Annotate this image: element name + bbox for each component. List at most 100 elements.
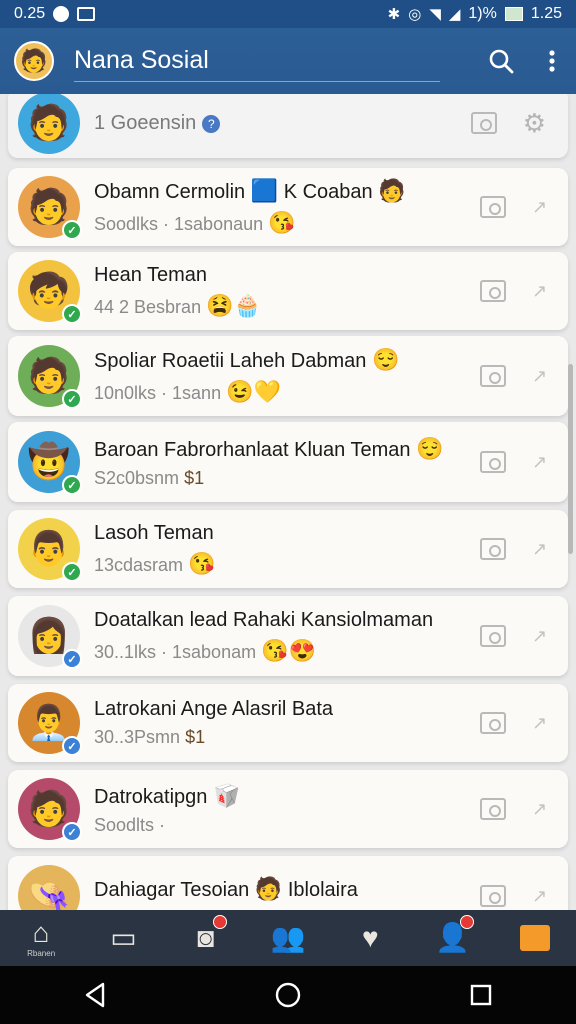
notification-dot bbox=[212, 915, 227, 929]
row-icons: ↗ bbox=[480, 538, 547, 560]
more-vert-icon[interactable] bbox=[548, 49, 556, 73]
battery-level-text: 1.25 bbox=[530, 5, 562, 22]
share-icon[interactable]: ↗ bbox=[532, 626, 547, 647]
wifi-icon: ◥ bbox=[429, 6, 441, 23]
chat-name-text: Doatalkan lead Rahaki Kansiolmaman bbox=[94, 608, 434, 631]
emoji: 🧑 bbox=[254, 876, 283, 901]
row-icons: ↗ bbox=[480, 196, 547, 218]
share-icon[interactable]: ↗ bbox=[532, 452, 547, 473]
chat-name: Latrokani Ange Alasril Bata bbox=[94, 698, 480, 721]
online-badge: ✓ bbox=[62, 304, 82, 324]
avatar-wrap: 👒 bbox=[18, 865, 80, 910]
online-badge: ✓ bbox=[62, 475, 82, 495]
bottom-nav: ⌂ Rbanen ▭ ◙ 👥 ♥ 👤 bbox=[0, 910, 576, 966]
gear-icon[interactable]: ⚙ bbox=[523, 108, 546, 139]
camera-icon[interactable] bbox=[480, 798, 506, 820]
avatar: 🧑 bbox=[18, 94, 80, 154]
avatar-wrap: 🧑 ✓ bbox=[18, 176, 82, 240]
status-bar: 0.25 ✱ ◎ ◥ ◢ 1)% 1.25 bbox=[0, 0, 576, 28]
top-card-avatar-wrap: 🧑 bbox=[18, 94, 80, 154]
emoji: 🟦 bbox=[250, 178, 279, 203]
back-icon[interactable] bbox=[83, 982, 107, 1008]
chat-bubble-icon: ▭ bbox=[110, 922, 137, 953]
app-actions bbox=[488, 48, 556, 74]
top-card[interactable]: 🧑 1 Goeensin? ⚙ bbox=[8, 94, 568, 158]
camera-icon[interactable] bbox=[480, 625, 506, 647]
chat-name-extra: K Coaban bbox=[283, 181, 373, 203]
row-icons: ↗ bbox=[480, 365, 547, 387]
nav-favorites[interactable]: ♥ bbox=[343, 913, 397, 963]
signal-icon: ◢ bbox=[448, 6, 461, 23]
share-icon[interactable]: ↗ bbox=[532, 539, 547, 560]
camera-icon[interactable] bbox=[480, 885, 506, 907]
share-icon[interactable]: ↗ bbox=[532, 713, 547, 734]
share-icon[interactable]: ↗ bbox=[532, 366, 547, 387]
chat-name: Lasoh Teman bbox=[94, 522, 480, 545]
share-icon[interactable]: ↗ bbox=[532, 197, 547, 218]
chat-row[interactable]: 🧒 ✓ Hean Teman 44 2 Besbran 😫🧁 ↗ bbox=[8, 252, 568, 330]
camera-icon[interactable] bbox=[480, 280, 506, 302]
row-icons: ↗ bbox=[480, 712, 547, 734]
nav-home[interactable]: ⌂ Rbanen bbox=[14, 913, 68, 963]
camera-icon[interactable] bbox=[470, 112, 497, 134]
emoji: 😉💛 bbox=[226, 379, 281, 404]
row-icons: ↗ bbox=[480, 798, 547, 820]
camera-icon[interactable] bbox=[480, 365, 506, 387]
chat-row[interactable]: 🤠 ✓ Baroan Fabrorhanlaat Kluan Teman 😌 S… bbox=[8, 422, 568, 502]
chat-subtitle: 30..1lks · 1sabonam 😘😍 bbox=[94, 638, 480, 664]
chat-row[interactable]: 🧑 ✓ Spoliar Roaetii Laheh Dabman 😌 10n0l… bbox=[8, 336, 568, 416]
battery-icon bbox=[504, 7, 523, 21]
online-badge: ✓ bbox=[62, 220, 82, 240]
chat-name-text: Hean Teman bbox=[94, 263, 208, 286]
chat-row[interactable]: 🧑 ✓ Datrokatipgn 🥡 Soodlts · ↗ bbox=[8, 770, 568, 848]
chat-row[interactable]: 👩 ✓ Doatalkan lead Rahaki Kansiolmaman 3… bbox=[8, 596, 568, 676]
nav-profile[interactable]: 👤 bbox=[426, 913, 480, 963]
avatar: 👒 bbox=[18, 865, 80, 910]
camera-icon[interactable] bbox=[480, 712, 506, 734]
share-icon[interactable]: ↗ bbox=[532, 886, 547, 907]
nav-groups[interactable]: 👥 bbox=[261, 913, 315, 963]
battery-percent: 1)% bbox=[468, 5, 497, 22]
info-icon[interactable]: ? bbox=[202, 115, 221, 134]
status-time: 0.25 bbox=[14, 5, 46, 22]
chat-list[interactable]: 🧑 1 Goeensin? ⚙ 🧑 ✓ Obamn Cermolin 🟦 K C… bbox=[0, 94, 576, 910]
verified-badge: ✓ bbox=[62, 822, 82, 842]
emoji: 😌 bbox=[416, 435, 444, 461]
nav-chats[interactable]: ▭ bbox=[96, 913, 150, 963]
chat-row[interactable]: 🧑 ✓ Obamn Cermolin 🟦 K Coaban 🧑 Soodlks … bbox=[8, 168, 568, 246]
camera-icon: ◙ bbox=[197, 922, 215, 953]
search-icon[interactable] bbox=[488, 48, 514, 74]
chat-row[interactable]: 👒 Dahiagar Tesoian 🧑 Iblolaira ↗ bbox=[8, 856, 568, 910]
emoji: 😘 bbox=[188, 550, 216, 576]
scrollbar[interactable] bbox=[568, 364, 573, 554]
chat-row[interactable]: 👨‍💼 ✓ Latrokani Ange Alasril Bata 30..3P… bbox=[8, 684, 568, 762]
chat-texts: Latrokani Ange Alasril Bata 30..3Psmn $1 bbox=[94, 698, 480, 748]
profile-avatar[interactable]: 🧑 bbox=[14, 41, 54, 81]
chat-name-text: Baroan Fabrorhanlaat Kluan Teman bbox=[94, 438, 411, 461]
chat-texts: Obamn Cermolin 🟦 K Coaban 🧑 Soodlks · 1s… bbox=[94, 178, 480, 236]
heart-icon: ♥ bbox=[361, 922, 379, 953]
camera-icon[interactable] bbox=[480, 451, 506, 473]
chat-name-text: Obamn Cermolin bbox=[94, 181, 246, 203]
emoji: 😫🧁 bbox=[206, 292, 261, 318]
nav-inbox[interactable] bbox=[508, 913, 562, 963]
chat-name: Spoliar Roaetii Laheh Dabman 😌 bbox=[94, 347, 480, 373]
chat-row[interactable]: 👨 ✓ Lasoh Teman 13cdasram 😘 ↗ bbox=[8, 510, 568, 588]
camera-icon[interactable] bbox=[480, 196, 506, 218]
camera-icon[interactable] bbox=[480, 538, 506, 560]
notification-dot bbox=[459, 915, 474, 929]
home-circle-icon[interactable] bbox=[274, 981, 302, 1009]
chat-subtitle-text: 30..3Psmn bbox=[94, 727, 181, 747]
row-icons: ↗ bbox=[480, 280, 547, 302]
emoji: 😘😍 bbox=[261, 637, 316, 663]
share-icon[interactable]: ↗ bbox=[532, 281, 547, 302]
nav-home-label: Rbanen bbox=[27, 949, 56, 958]
emoji: 🥡 bbox=[212, 782, 241, 808]
recents-icon[interactable] bbox=[469, 983, 493, 1007]
chat-texts: Lasoh Teman 13cdasram 😘 bbox=[94, 522, 480, 577]
share-icon[interactable]: ↗ bbox=[532, 799, 547, 820]
chat-subtitle: S2c0bsnm $1 bbox=[94, 468, 480, 489]
emoji: 🧑 bbox=[378, 178, 406, 203]
nav-camera[interactable]: ◙ bbox=[179, 913, 233, 963]
online-badge: ✓ bbox=[62, 562, 82, 582]
